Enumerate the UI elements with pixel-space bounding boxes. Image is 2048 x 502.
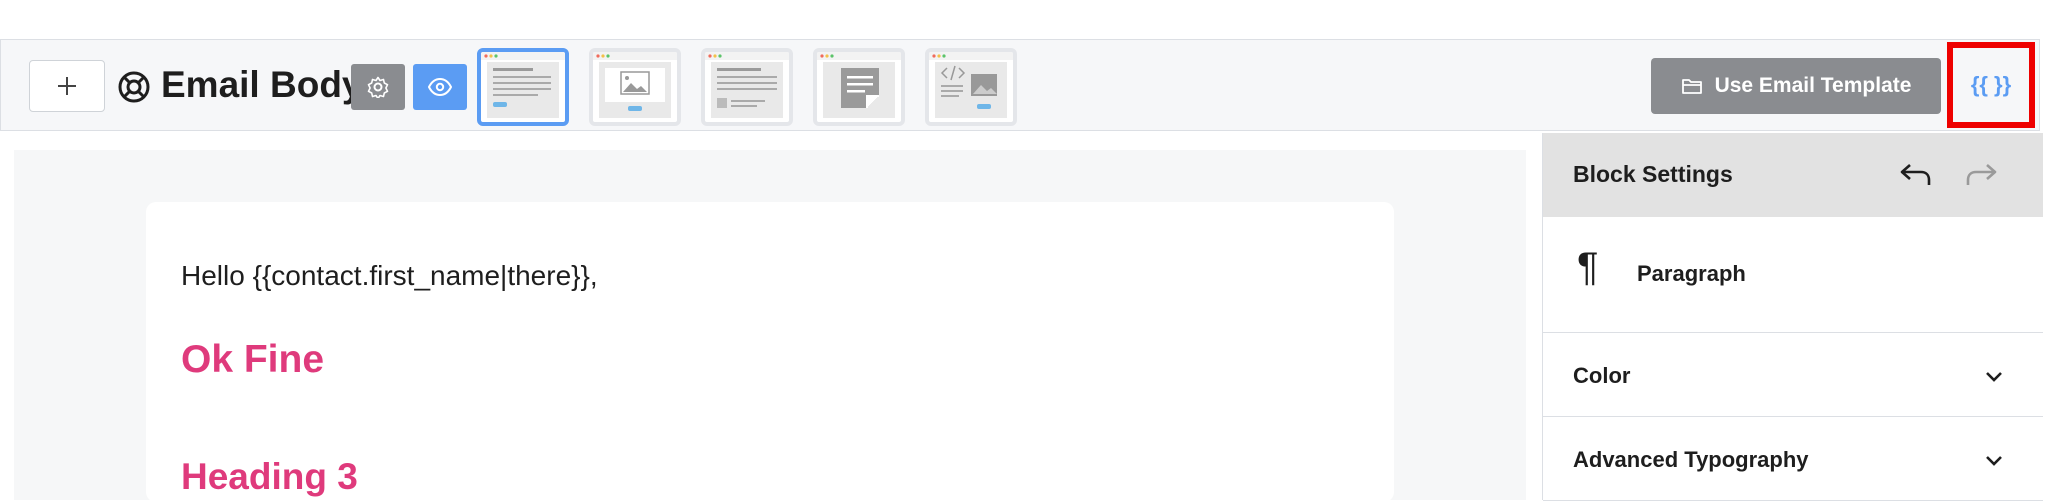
panel-color[interactable]: Color — [1543, 333, 2043, 417]
template-image[interactable] — [589, 48, 681, 126]
smart-codes-button[interactable]: {{ }} — [1947, 42, 2035, 128]
editor-toolbar: Email Body Use Email Template {{}} — [0, 39, 2040, 131]
greeting-paragraph[interactable]: Hello {{contact.first_name|there}}, — [181, 260, 598, 292]
template-note[interactable] — [813, 48, 905, 126]
panel-advanced-typography-label: Advanced Typography — [1573, 447, 1809, 472]
smart-codes-label: {{ }} — [1970, 72, 2012, 97]
email-body-card: Hello {{contact.first_name|there}}, Ok F… — [146, 202, 1394, 502]
block-type-label: Paragraph — [1637, 261, 1746, 286]
plus-icon — [58, 77, 76, 95]
use-email-template-button[interactable]: Use Email Template — [1651, 58, 1941, 114]
page-title: Email Body — [161, 64, 363, 105]
preview-button[interactable] — [413, 64, 467, 110]
paragraph-icon: ¶ — [1577, 245, 1599, 289]
sidebar-header: Block Settings — [1543, 133, 2043, 217]
add-block-button[interactable] — [29, 60, 105, 112]
panel-color-label: Color — [1573, 363, 1631, 388]
block-settings-sidebar: Block Settings ¶ Paragraph Color Advance… — [1542, 133, 2043, 501]
undo-icon[interactable] — [1898, 159, 1934, 191]
gear-icon — [367, 76, 389, 98]
template-code[interactable] — [925, 48, 1017, 126]
sidebar-title: Block Settings — [1573, 161, 1733, 187]
editor-canvas: Hello {{contact.first_name|there}}, Ok F… — [14, 150, 1526, 502]
panel-advanced-typography[interactable]: Advanced Typography — [1543, 417, 2043, 501]
redo-icon[interactable] — [1963, 159, 1999, 191]
eye-icon — [428, 78, 452, 96]
chevron-down-icon — [1986, 372, 2002, 382]
heading-3-block[interactable]: Heading 3 — [181, 456, 358, 498]
chevron-down-icon — [1986, 456, 2002, 466]
folder-icon — [1681, 79, 1702, 94]
template-text[interactable] — [477, 48, 569, 126]
use-email-template-label: Use Email Template — [1714, 74, 1912, 97]
heading-block[interactable]: Ok Fine — [181, 338, 324, 382]
selected-block-info: ¶ Paragraph — [1543, 217, 2043, 333]
lifebuoy-icon — [118, 71, 150, 103]
template-text-image[interactable] — [701, 48, 793, 126]
settings-button[interactable] — [351, 64, 405, 110]
